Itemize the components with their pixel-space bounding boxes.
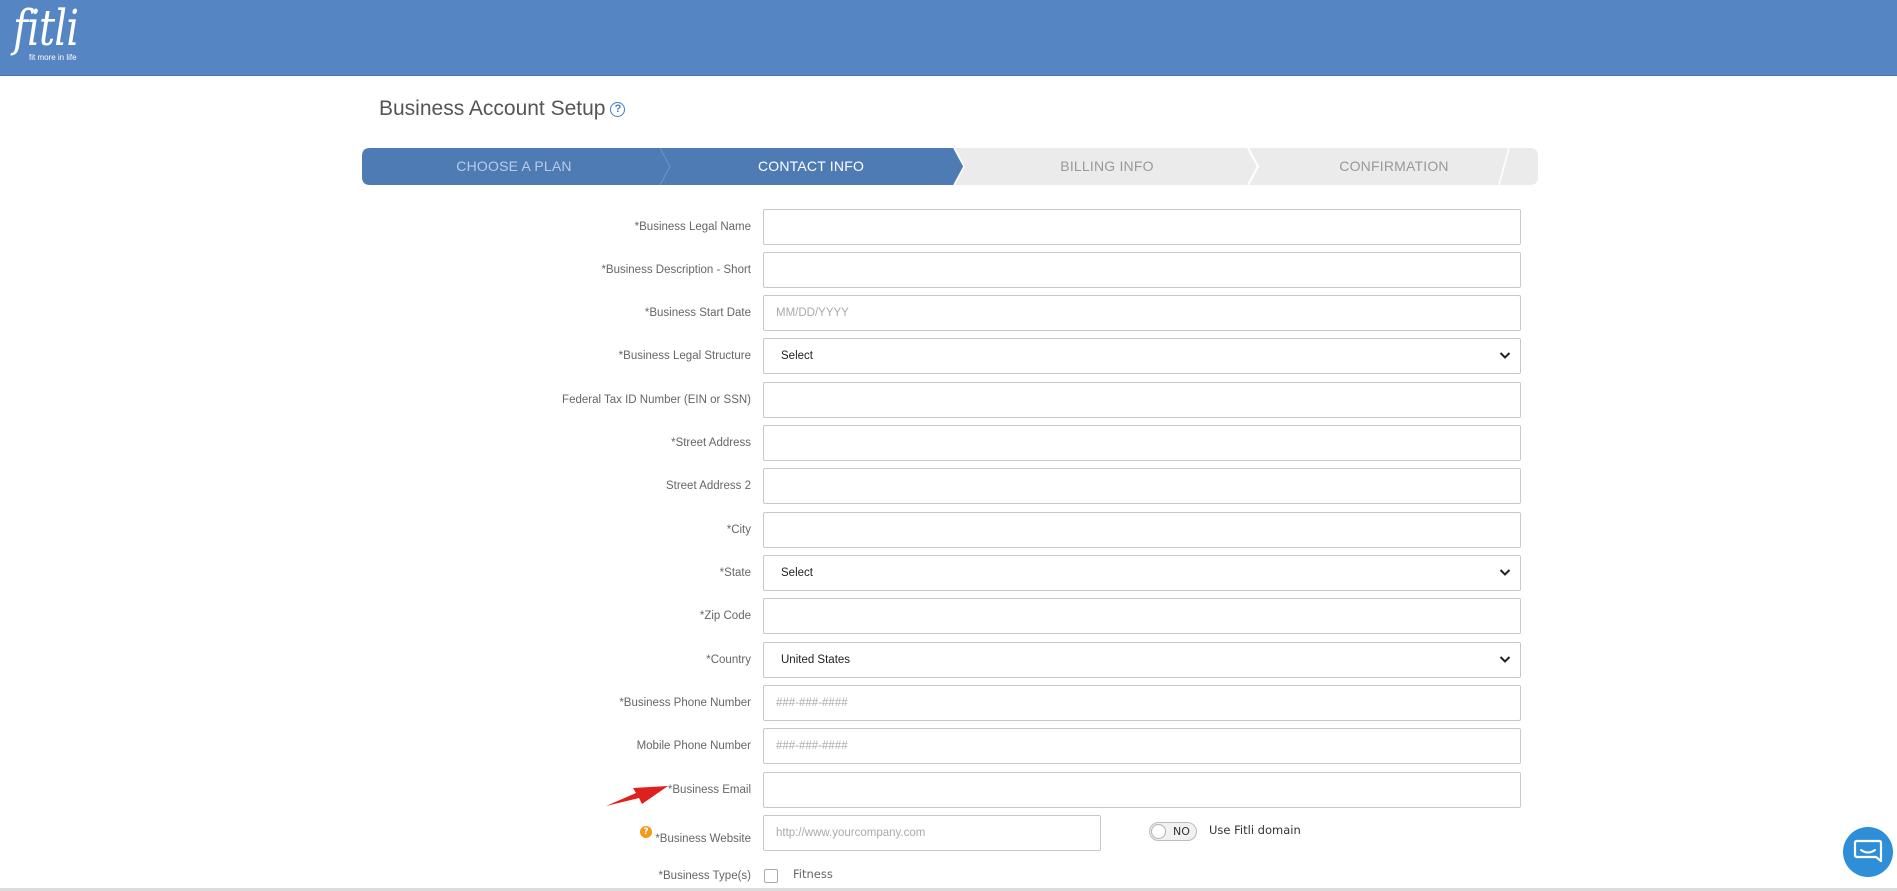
state-label: *State — [719, 567, 751, 579]
red-arrow-icon — [606, 786, 668, 806]
page-title-text: Business Account Setup — [379, 97, 606, 120]
business-website-label: *Business Website — [655, 833, 751, 845]
step-confirmation: CONFIRMATION — [1339, 158, 1449, 174]
business-description-label: *Business Description - Short — [601, 264, 751, 276]
chat-bubble-icon — [1853, 839, 1883, 863]
business-phone-input[interactable] — [763, 685, 1521, 721]
row-business-website: ? *Business Website NO Use Fitli domain — [0, 815, 1897, 851]
federal-tax-id-label: Federal Tax ID Number (EIN or SSN) — [562, 394, 751, 406]
country-select[interactable]: United States — [763, 642, 1521, 678]
chevron-down-icon — [1499, 656, 1511, 663]
street-address-label: *Street Address — [671, 437, 751, 449]
business-legal-name-label: *Business Legal Name — [634, 221, 751, 233]
row-street-address: *Street Address — [0, 425, 1897, 461]
fitli-domain-toggle[interactable]: NO — [1149, 822, 1197, 841]
toggle-knob — [1151, 824, 1166, 839]
logo-wordmark: fitli — [13, 0, 79, 57]
row-federal-tax-id: Federal Tax ID Number (EIN or SSN) — [0, 382, 1897, 418]
zip-code-label: *Zip Code — [699, 610, 751, 622]
row-city: *City — [0, 512, 1897, 548]
chat-button[interactable] — [1843, 827, 1893, 877]
business-legal-structure-value: Select — [781, 350, 813, 362]
row-business-email: *Business Email — [0, 772, 1897, 808]
row-business-description: *Business Description - Short — [0, 252, 1897, 288]
step-billing-info: BILLING INFO — [1060, 158, 1154, 174]
city-label: *City — [726, 524, 751, 536]
row-country: *Country United States — [0, 642, 1897, 678]
page-title: Business Account Setup ? — [379, 97, 626, 121]
federal-tax-id-input[interactable] — [763, 382, 1521, 418]
row-business-legal-structure: *Business Legal Structure Select — [0, 338, 1897, 374]
zip-code-input[interactable] — [763, 598, 1521, 634]
fitness-checkbox[interactable] — [764, 869, 778, 883]
business-website-input[interactable] — [763, 815, 1101, 851]
row-street-address-2: Street Address 2 — [0, 468, 1897, 504]
mobile-phone-label: Mobile Phone Number — [636, 740, 751, 752]
business-description-input[interactable] — [763, 252, 1521, 288]
row-business-phone: *Business Phone Number — [0, 685, 1897, 721]
chevron-down-icon — [1499, 352, 1511, 359]
city-input[interactable] — [763, 512, 1521, 548]
street-address-2-input[interactable] — [763, 468, 1521, 504]
row-business-legal-name: *Business Legal Name — [0, 209, 1897, 245]
row-zip-code: *Zip Code — [0, 598, 1897, 634]
state-select[interactable]: Select — [763, 555, 1521, 591]
use-fitli-domain-label: Use Fitli domain — [1209, 823, 1301, 837]
business-email-input[interactable] — [763, 772, 1521, 808]
business-start-date-input[interactable] — [763, 295, 1521, 331]
business-email-label: *Business Email — [667, 784, 751, 796]
logo-tagline: fit more in life — [29, 53, 77, 62]
row-mobile-phone: Mobile Phone Number — [0, 728, 1897, 764]
question-circle-icon[interactable]: ? — [610, 101, 626, 117]
toggle-state-label: NO — [1173, 825, 1190, 838]
business-start-date-label: *Business Start Date — [644, 307, 751, 319]
row-business-types: *Business Type(s) Fitness — [0, 865, 1897, 887]
business-legal-structure-label: *Business Legal Structure — [618, 350, 751, 362]
street-address-input[interactable] — [763, 425, 1521, 461]
country-value: United States — [781, 654, 851, 666]
fitness-checkbox-label: Fitness — [793, 867, 833, 881]
row-state: *State Select — [0, 555, 1897, 591]
business-legal-name-input[interactable] — [763, 209, 1521, 245]
country-label: *Country — [706, 654, 751, 666]
business-types-label: *Business Type(s) — [658, 870, 751, 882]
step-contact-info[interactable]: CONTACT INFO — [662, 148, 960, 185]
business-phone-label: *Business Phone Number — [619, 697, 751, 709]
chevron-down-icon — [1499, 569, 1511, 576]
step-choose-plan[interactable]: CHOOSE A PLAN — [362, 148, 666, 185]
row-business-start-date: *Business Start Date — [0, 295, 1897, 331]
help-badge-icon[interactable]: ? — [640, 826, 652, 838]
state-value: Select — [781, 567, 813, 579]
street-address-2-label: Street Address 2 — [665, 480, 751, 492]
business-legal-structure-select[interactable]: Select — [763, 338, 1521, 374]
top-header: fitli fit more in life — [0, 0, 1897, 76]
fitli-logo[interactable]: fitli fit more in life — [13, 0, 95, 62]
mobile-phone-input[interactable] — [763, 728, 1521, 764]
progress-steps: CHOOSE A PLAN CONTACT INFO BILLING INFO … — [362, 148, 1538, 185]
